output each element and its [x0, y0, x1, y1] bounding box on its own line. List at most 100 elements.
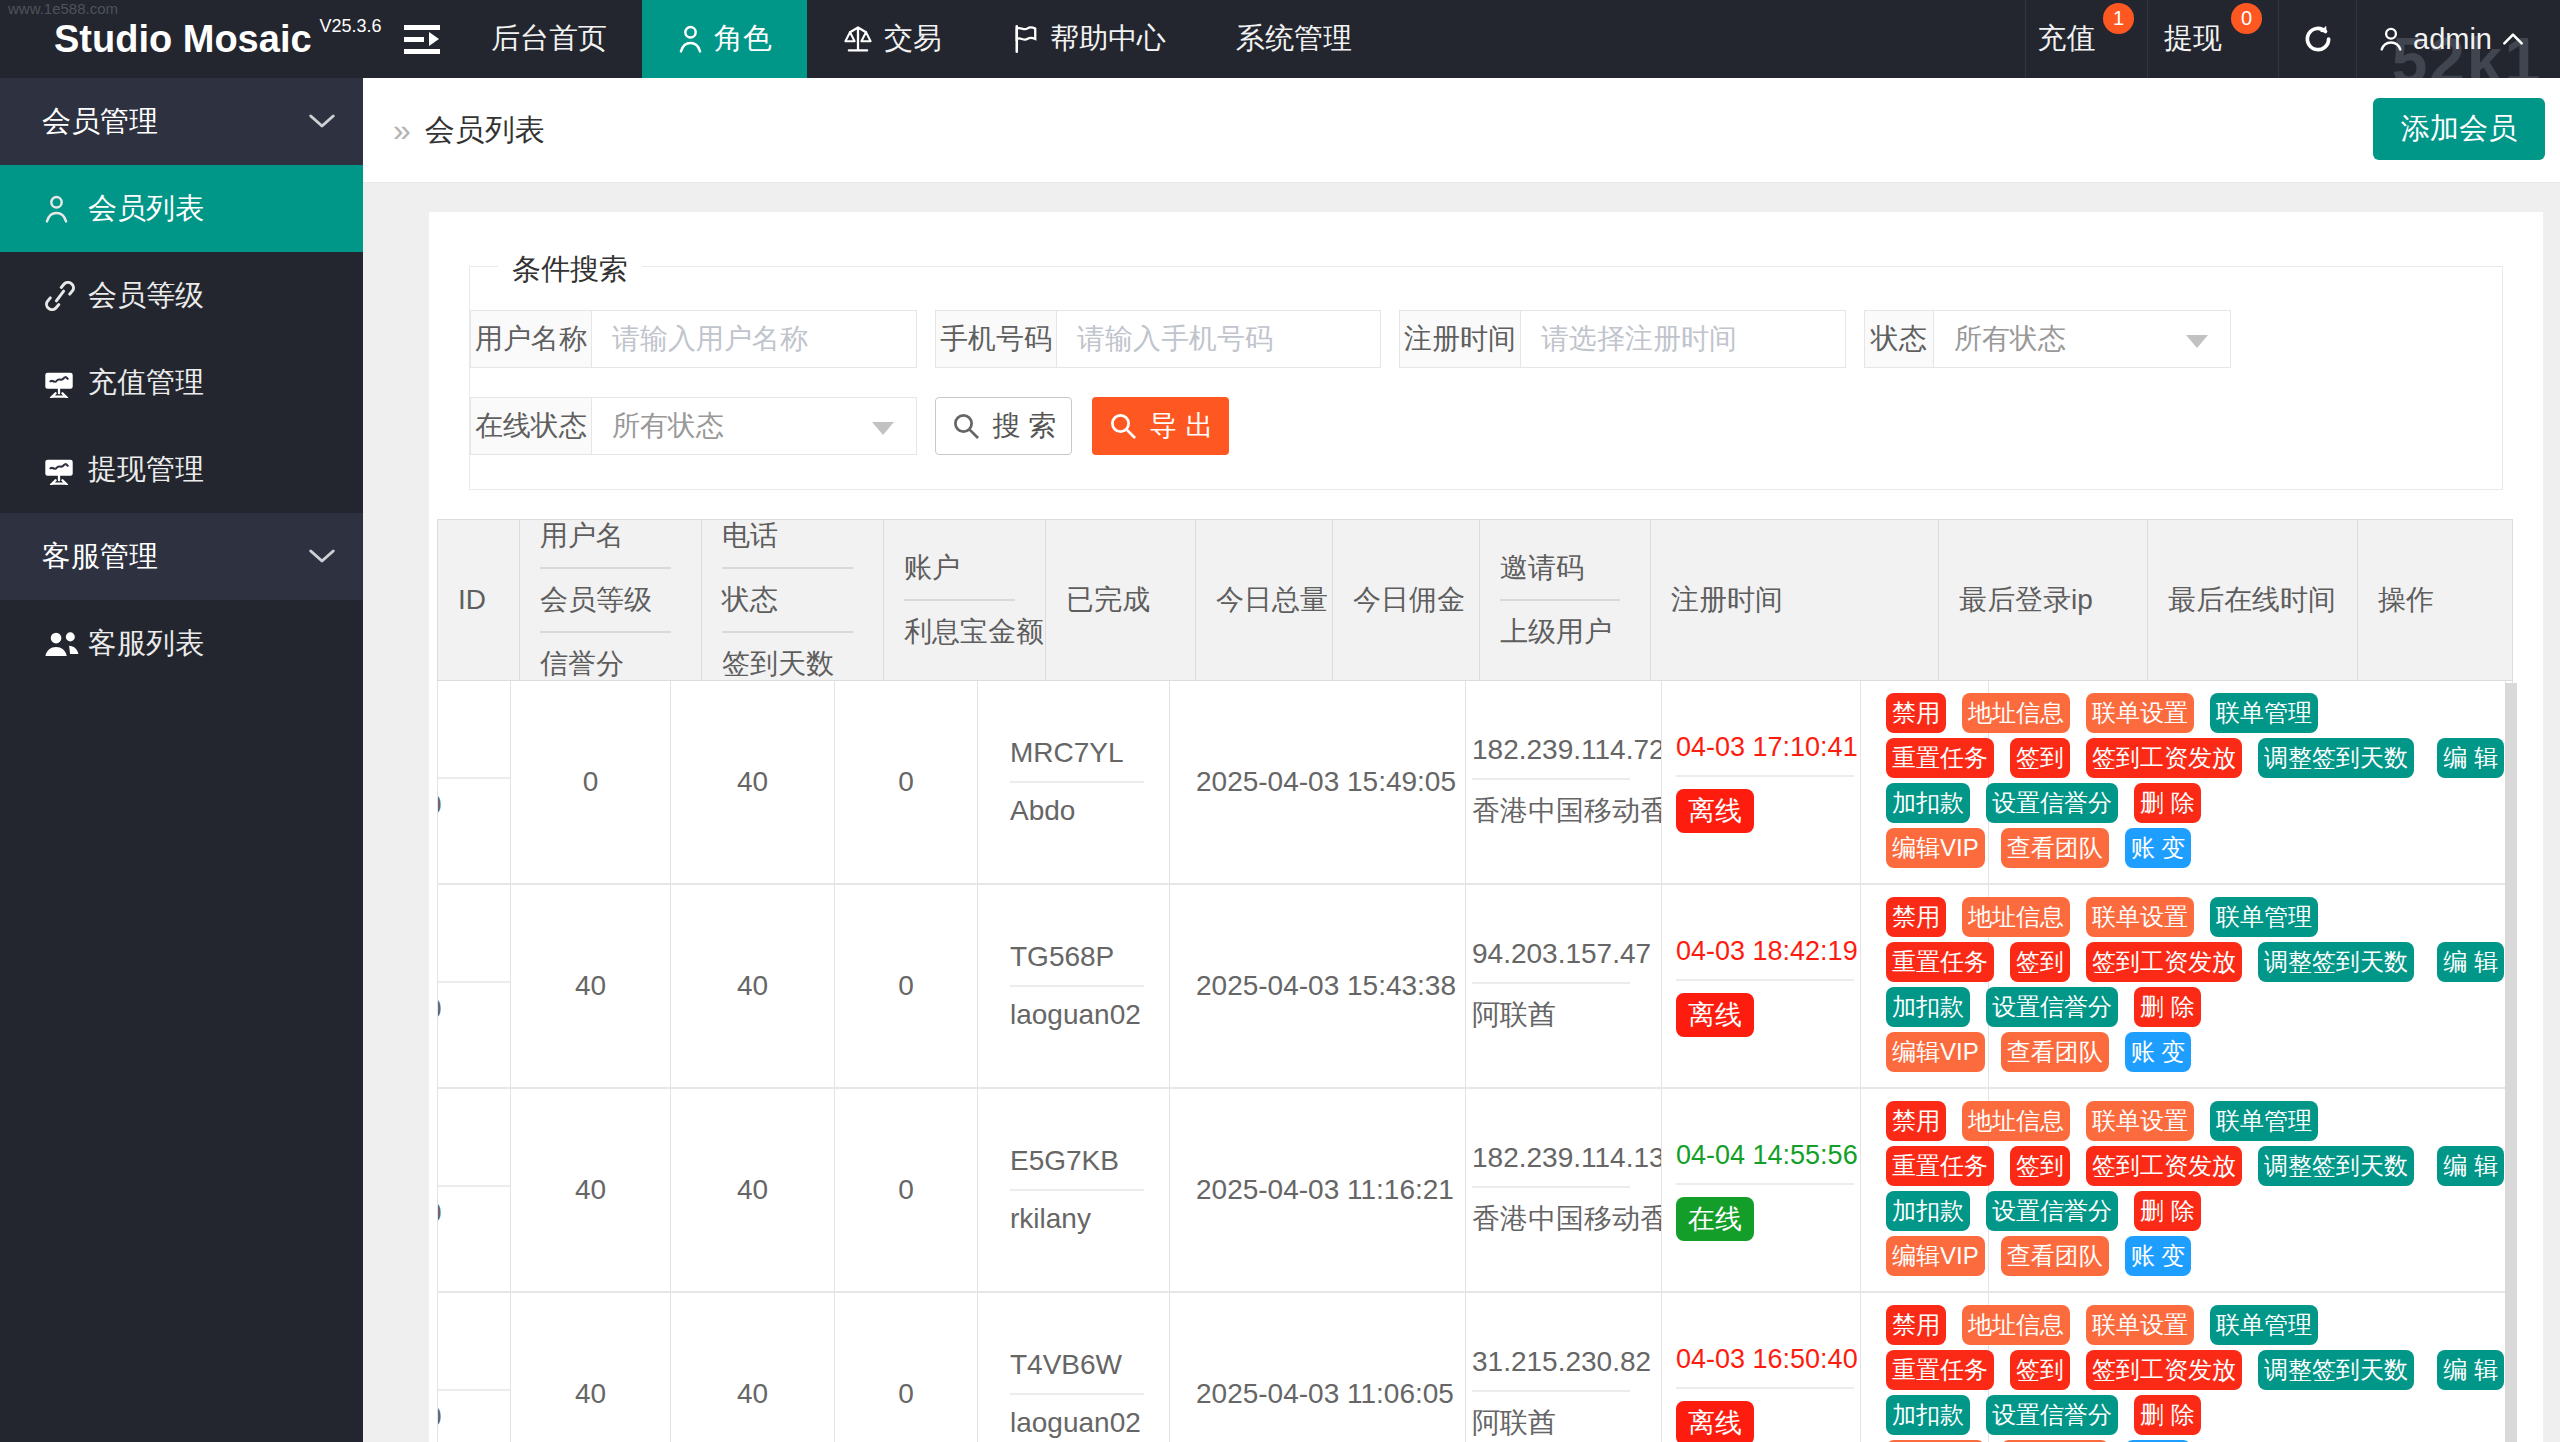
select-4[interactable]: 所有状态 — [1934, 310, 2231, 368]
td-2-4: 0 — [835, 885, 978, 1087]
th-line: 已完成 — [1066, 581, 1195, 619]
action-签到[interactable]: 签到 — [2010, 942, 2070, 982]
action-重置任务[interactable]: 重置任务 — [1886, 1350, 1994, 1390]
last-online-time: 04-03 18:42:19 — [1662, 936, 1860, 967]
table-scrollbar[interactable] — [2505, 683, 2517, 1442]
action-签到工资发放[interactable]: 签到工资发放 — [2086, 1350, 2242, 1390]
action-设置信誉分[interactable]: 设置信誉分 — [1986, 1395, 2118, 1435]
td-2-3: 40 — [671, 885, 835, 1087]
sidebar-item-5[interactable]: 提现管理 — [0, 426, 363, 513]
export-button[interactable]: 导 出 — [1092, 397, 1229, 455]
action-签到[interactable]: 签到 — [2010, 738, 2070, 778]
sidebar-item-7[interactable]: 客服列表 — [0, 600, 363, 687]
action-禁用[interactable]: 禁用 — [1886, 693, 1946, 733]
action-联单设置[interactable]: 联单设置 — [2086, 897, 2194, 937]
action-编辑VIP[interactable]: 编辑VIP — [1886, 1236, 1985, 1276]
action-加扣款[interactable]: 加扣款 — [1886, 783, 1970, 823]
action-重置任务[interactable]: 重置任务 — [1886, 1146, 1994, 1186]
action-签到工资发放[interactable]: 签到工资发放 — [2086, 738, 2242, 778]
action-签到[interactable]: 签到 — [2010, 1146, 2070, 1186]
action-重置任务[interactable]: 重置任务 — [1886, 942, 1994, 982]
action-查看团队[interactable]: 查看团队 — [2001, 828, 2109, 868]
td-2-1: 0 — [438, 885, 511, 1087]
action-账变[interactable]: 账 变 — [2125, 828, 2192, 868]
parent-user: Abdo — [978, 795, 1169, 827]
user-menu[interactable]: admin — [2356, 0, 2560, 78]
td-3-6: 2025-04-03 11:16:21 — [1170, 1089, 1466, 1291]
action-禁用[interactable]: 禁用 — [1886, 1305, 1946, 1345]
th-line: 注册时间 — [1671, 581, 1938, 619]
action-编辑VIP[interactable]: 编辑VIP — [1886, 828, 1985, 868]
action-调整签到天数[interactable]: 调整签到天数 — [2258, 1146, 2414, 1186]
action-编辑[interactable]: 编 辑 — [2437, 942, 2504, 982]
action-加扣款[interactable]: 加扣款 — [1886, 987, 1970, 1027]
select-5[interactable]: 所有状态 — [592, 397, 917, 455]
action-地址信息[interactable]: 地址信息 — [1962, 693, 2070, 733]
parent-user: laoguan02 — [978, 1407, 1169, 1439]
th-9: 注册时间 — [1651, 520, 1939, 680]
action-签到工资发放[interactable]: 签到工资发放 — [2086, 1146, 2242, 1186]
input-3[interactable]: 请选择注册时间 — [1521, 310, 1846, 368]
action-联单设置[interactable]: 联单设置 — [2086, 1101, 2194, 1141]
sidebar-group-1[interactable]: 会员管理 — [0, 78, 363, 165]
action-签到工资发放[interactable]: 签到工资发放 — [2086, 942, 2242, 982]
input-2[interactable]: 请输入手机号码 — [1057, 310, 1381, 368]
search-button[interactable]: 搜 索 — [935, 397, 1072, 455]
sidebar-group-6[interactable]: 客服管理 — [0, 513, 363, 600]
menu-collapse-icon[interactable] — [404, 0, 464, 78]
action-调整签到天数[interactable]: 调整签到天数 — [2258, 1350, 2414, 1390]
action-设置信誉分[interactable]: 设置信誉分 — [1986, 1191, 2118, 1231]
action-重置任务[interactable]: 重置任务 — [1886, 738, 1994, 778]
nav-withdraw[interactable]: 提现 0 — [2147, 0, 2278, 78]
action-查看团队[interactable]: 查看团队 — [2001, 1032, 2109, 1072]
action-禁用[interactable]: 禁用 — [1886, 897, 1946, 937]
action-地址信息[interactable]: 地址信息 — [1962, 1305, 2070, 1345]
top-nav-4[interactable]: 帮助中心 — [977, 0, 1201, 78]
action-账变[interactable]: 账 变 — [2125, 1032, 2192, 1072]
add-member-button[interactable]: 添加会员 — [2373, 98, 2545, 160]
action-删除[interactable]: 删 除 — [2134, 1191, 2201, 1231]
refresh-button[interactable] — [2278, 0, 2356, 78]
input-1[interactable]: 请输入用户名称 — [592, 310, 917, 368]
nav-recharge[interactable]: 充值 1 — [2025, 0, 2147, 78]
td-3-2: 40 — [511, 1089, 671, 1291]
action-加扣款[interactable]: 加扣款 — [1886, 1395, 1970, 1435]
action-设置信誉分[interactable]: 设置信誉分 — [1986, 987, 2118, 1027]
action-联单设置[interactable]: 联单设置 — [2086, 693, 2194, 733]
action-调整签到天数[interactable]: 调整签到天数 — [2258, 942, 2414, 982]
action-联单管理[interactable]: 联单管理 — [2210, 1101, 2318, 1141]
action-账变[interactable]: 账 变 — [2125, 1236, 2192, 1276]
action-查看团队[interactable]: 查看团队 — [2001, 1236, 2109, 1276]
action-禁用[interactable]: 禁用 — [1886, 1101, 1946, 1141]
action-编辑[interactable]: 编 辑 — [2437, 738, 2504, 778]
action-地址信息[interactable]: 地址信息 — [1962, 897, 2070, 937]
action-编辑VIP[interactable]: 编辑VIP — [1886, 1032, 1985, 1072]
action-联单设置[interactable]: 联单设置 — [2086, 1305, 2194, 1345]
action-编辑[interactable]: 编 辑 — [2437, 1146, 2504, 1186]
top-nav-1[interactable]: 后台首页 — [456, 0, 642, 78]
action-删除[interactable]: 删 除 — [2134, 987, 2201, 1027]
action-联单管理[interactable]: 联单管理 — [2210, 897, 2318, 937]
app-logo[interactable]: Studio Mosaic V25.3.6 — [54, 0, 382, 78]
action-加扣款[interactable]: 加扣款 — [1886, 1191, 1970, 1231]
action-删除[interactable]: 删 除 — [2134, 1395, 2201, 1435]
top-nav-5[interactable]: 系统管理 — [1201, 0, 1387, 78]
action-设置信誉分[interactable]: 设置信誉分 — [1986, 783, 2118, 823]
action-联单管理[interactable]: 联单管理 — [2210, 1305, 2318, 1345]
sidebar-item-3[interactable]: 会员等级 — [0, 252, 363, 339]
action-联单管理[interactable]: 联单管理 — [2210, 693, 2318, 733]
action-调整签到天数[interactable]: 调整签到天数 — [2258, 738, 2414, 778]
parent-user: laoguan02 — [978, 999, 1169, 1031]
action-签到[interactable]: 签到 — [2010, 1350, 2070, 1390]
nav-withdraw-label: 提现 — [2164, 19, 2222, 59]
field-label: 用户名称 — [470, 310, 592, 368]
sidebar-item-2[interactable]: 会员列表 — [0, 165, 363, 252]
top-nav-2[interactable]: 角色 — [642, 0, 807, 78]
action-编辑[interactable]: 编 辑 — [2437, 1350, 2504, 1390]
action-删除[interactable]: 删 除 — [2134, 783, 2201, 823]
th-10: 最后登录ip — [1939, 520, 2148, 680]
action-地址信息[interactable]: 地址信息 — [1962, 1101, 2070, 1141]
td-1-1: 0 — [438, 681, 511, 883]
top-nav-3[interactable]: 交易 — [807, 0, 977, 78]
sidebar-item-4[interactable]: 充值管理 — [0, 339, 363, 426]
